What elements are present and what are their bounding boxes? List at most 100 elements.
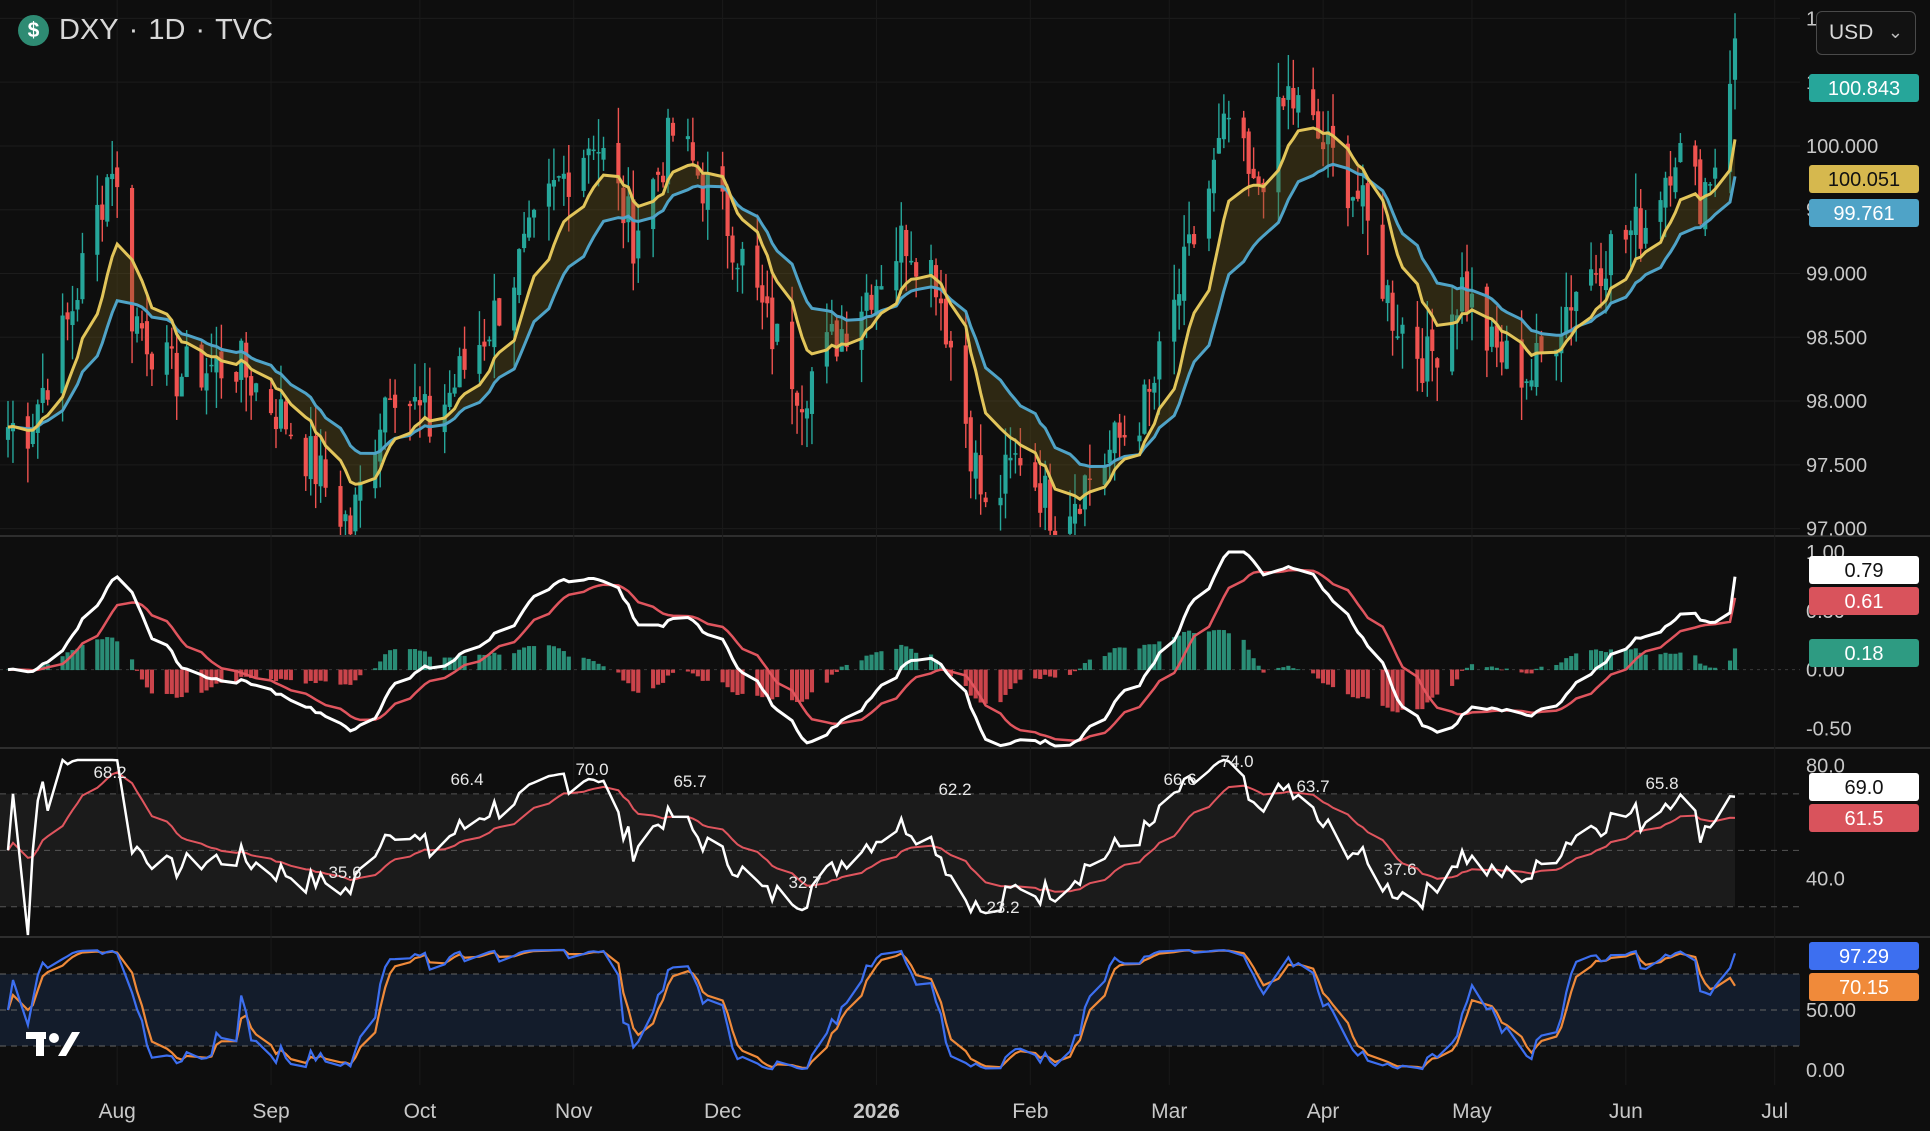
candle <box>1693 145 1698 167</box>
candle <box>765 296 770 304</box>
candle <box>1395 336 1400 339</box>
stoch-k-badge: 97.29 <box>1839 946 1889 968</box>
macd-histogram-bar <box>526 646 532 671</box>
chart-header[interactable]: $ DXY · 1D · TVC <box>18 14 273 47</box>
macd-histogram-bar <box>1117 647 1122 671</box>
macd-histogram-bar <box>1102 656 1107 671</box>
time-label: Feb <box>1012 1100 1048 1123</box>
macd-histogram-bar <box>859 660 864 671</box>
candle <box>685 136 690 140</box>
candle <box>864 292 869 311</box>
macd-histogram-bar <box>1693 655 1698 671</box>
macd-histogram-bar <box>1499 669 1504 671</box>
macd-histogram-bar <box>1072 669 1078 672</box>
candle <box>636 230 641 259</box>
candle <box>353 494 358 532</box>
macd-histogram-bar <box>656 669 661 685</box>
macd-histogram-bar <box>308 669 313 681</box>
chart-canvas[interactable]: 68.2 35.6 66.4 70.0 65.7 32.7 62.2 23.2 66.6 74.0… <box>0 0 1930 1131</box>
candle <box>25 416 30 449</box>
candle <box>1574 291 1579 312</box>
macd-histogram-bar <box>1077 668 1083 671</box>
candle <box>254 383 259 393</box>
price-tick: 98.000 <box>1806 391 1867 413</box>
macd-histogram-bar <box>864 655 869 671</box>
candle <box>105 177 110 222</box>
candle <box>417 400 422 406</box>
macd-histogram-bar <box>561 651 566 671</box>
symbol-name[interactable]: DXY <box>59 14 119 47</box>
candle <box>1668 176 1673 186</box>
macd-histogram-bar <box>1276 667 1281 671</box>
macd-histogram-bar <box>735 669 740 695</box>
macd-histogram-bar <box>487 655 492 671</box>
candle <box>487 339 492 342</box>
currency-select[interactable]: USD ⌄ <box>1816 11 1916 55</box>
candle <box>1177 294 1182 306</box>
macd-histogram-bar <box>725 669 730 688</box>
macd-histogram-bar <box>214 669 219 684</box>
macd-histogram-bar <box>1087 659 1092 671</box>
dollar-icon: $ <box>18 15 49 46</box>
macd-histogram-bar <box>1206 631 1212 671</box>
macd-histogram-bar <box>139 669 145 680</box>
candle <box>249 376 254 396</box>
candle <box>234 371 239 382</box>
price-tick: 97.500 <box>1806 455 1867 477</box>
candle <box>799 409 805 413</box>
candle <box>1281 98 1286 107</box>
macd-histogram-bar <box>1325 669 1331 685</box>
candle <box>725 189 730 236</box>
candle <box>968 417 973 472</box>
price-grid <box>0 0 1930 1085</box>
candle <box>1147 388 1152 392</box>
macd-histogram-bar <box>869 654 874 671</box>
macd-histogram-bar <box>601 666 606 671</box>
macd-histogram-bar <box>720 669 725 683</box>
macd-histogram-bar <box>1663 652 1668 671</box>
candle <box>869 294 874 310</box>
candle <box>407 403 413 407</box>
candle <box>1291 87 1296 109</box>
candle <box>174 352 179 397</box>
candle <box>1077 508 1083 514</box>
time-label: Oct <box>404 1100 437 1123</box>
time-label: 2026 <box>853 1100 900 1123</box>
time-label: Apr <box>1307 1100 1340 1123</box>
macd-histogram-bar <box>174 669 179 698</box>
macd-histogram-bar <box>373 668 378 671</box>
candle <box>204 373 209 391</box>
candle <box>1355 190 1360 199</box>
macd-histogram-bar <box>283 669 288 680</box>
candle <box>80 253 85 300</box>
candle <box>730 235 735 263</box>
candle <box>45 390 50 400</box>
candle <box>115 167 120 188</box>
macd-histogram-bar <box>1013 669 1018 684</box>
macd-histogram-bar <box>874 652 879 671</box>
rsi-badge: 69.0 <box>1845 777 1884 799</box>
macd-histogram-bar <box>531 646 537 671</box>
candle <box>556 176 561 178</box>
macd-histogram-bar <box>1455 669 1460 680</box>
price-tick: 99.000 <box>1806 264 1867 286</box>
macd-histogram-bar <box>184 669 189 693</box>
macd-histogram-bar <box>1519 669 1524 673</box>
candle <box>1206 188 1212 239</box>
macd-histogram-bar <box>1137 648 1142 671</box>
histogram-badge: 0.18 <box>1845 643 1884 665</box>
macd-histogram-bar <box>1216 629 1221 671</box>
candle <box>690 142 695 161</box>
macd-histogram-bar <box>1221 630 1226 671</box>
candle <box>1608 234 1614 276</box>
macd-histogram-bar <box>1559 662 1564 671</box>
macd-histogram-bar <box>323 669 328 682</box>
macd-histogram-bar <box>1355 669 1360 699</box>
candle <box>1593 273 1599 275</box>
rsi-annotation: 37.6 <box>1383 860 1416 879</box>
interval-label[interactable]: 1D <box>148 14 185 47</box>
candle <box>755 245 760 288</box>
candle <box>775 323 780 342</box>
macd-histogram-bar <box>596 663 601 671</box>
time-label: Nov <box>555 1100 593 1123</box>
